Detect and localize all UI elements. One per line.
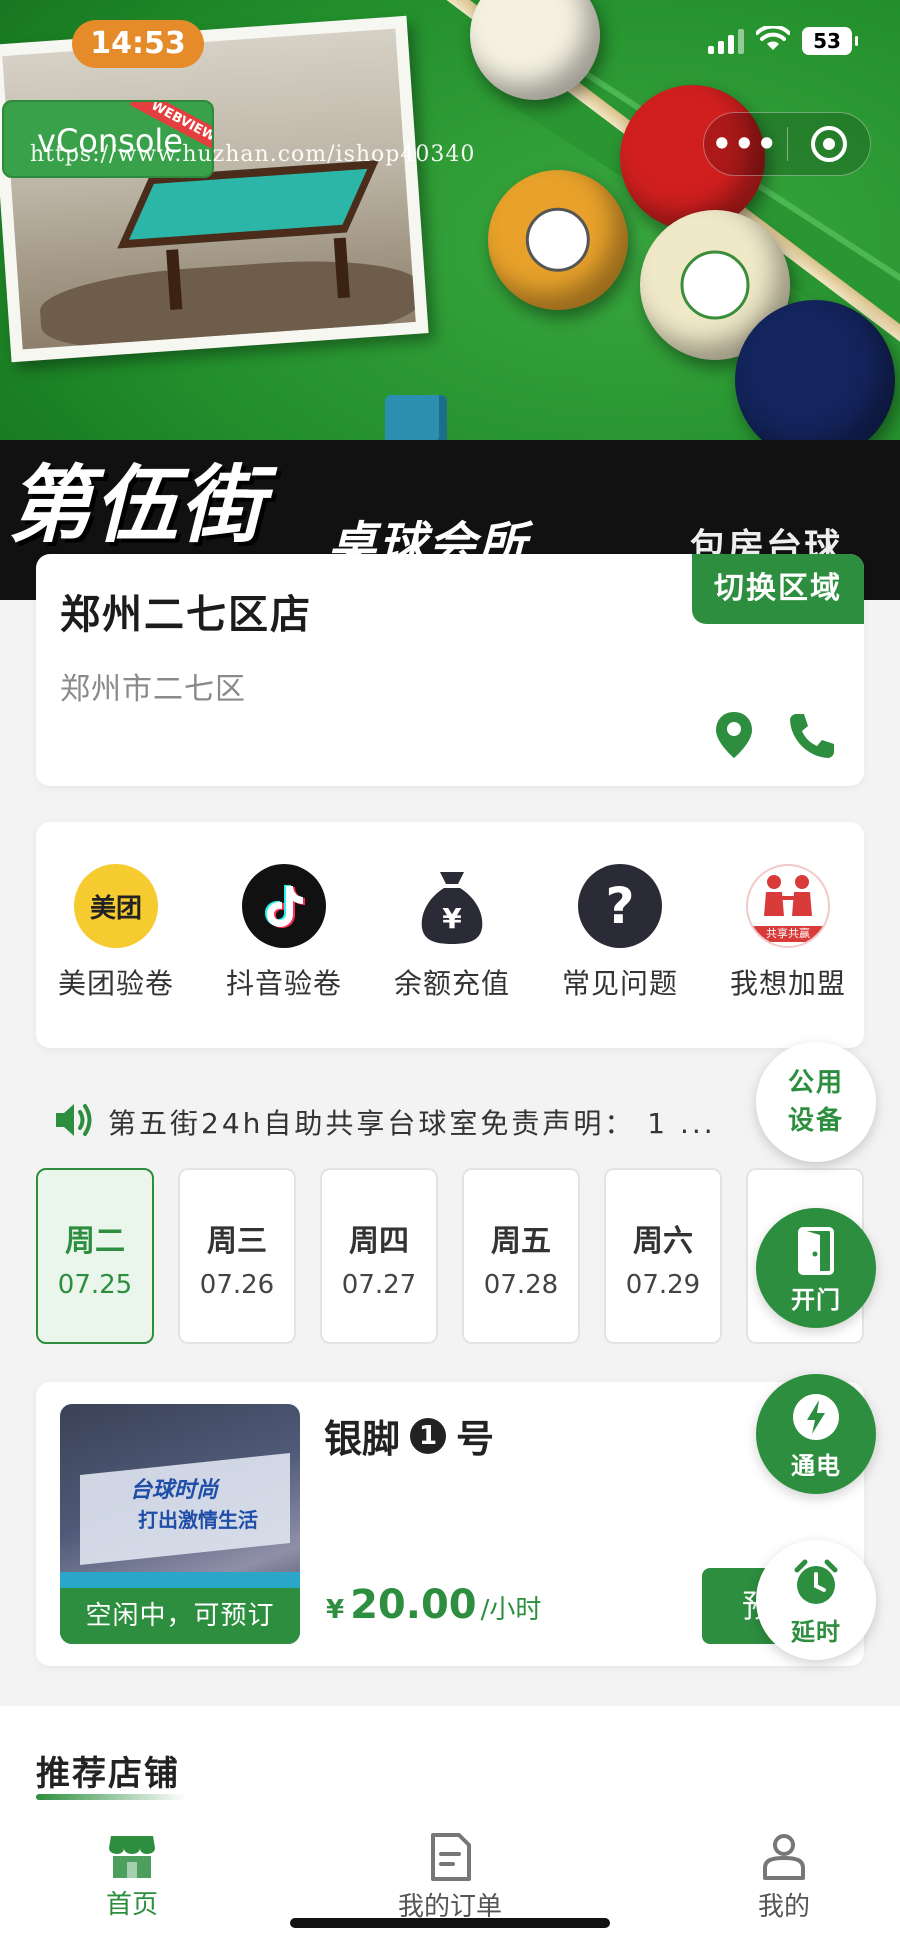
public-devices-line2: 设备: [787, 1106, 844, 1136]
battery-icon: 53: [802, 27, 858, 55]
alarm-clock-icon: [756, 1558, 876, 1608]
menu-item-label: 常见问题: [561, 967, 678, 1000]
order-icon: [360, 1832, 540, 1882]
price-unit: /小时: [480, 1595, 542, 1625]
table-price: ¥ 20.00 /小时: [326, 1582, 541, 1628]
date-value: 07.27: [341, 1270, 417, 1300]
date-tab-3[interactable]: 周五 07.28: [462, 1168, 580, 1344]
target-icon: [810, 126, 847, 162]
more-menu-icon[interactable]: •••: [704, 112, 787, 176]
date-value: 07.25: [57, 1270, 133, 1300]
date-weekday: 周三: [207, 1224, 267, 1259]
table-name-prefix: 银脚: [324, 1417, 401, 1461]
menu-item-douyin[interactable]: 抖音验卷: [204, 864, 364, 1002]
menu-item-label: 美团验卷: [57, 967, 174, 1000]
tab-home[interactable]: 首页: [42, 1832, 222, 1921]
table-name-suffix: 号: [456, 1417, 495, 1461]
menu-item-meituan[interactable]: 美团 美团验卷: [36, 864, 196, 1002]
date-value: 07.29: [625, 1270, 701, 1300]
public-devices-button[interactable]: 公用 设备: [756, 1042, 876, 1162]
menu-item-label: 余额充值: [393, 967, 510, 1000]
question-icon-glyph: ?: [605, 877, 635, 935]
tab-label: 我的: [757, 1892, 810, 1922]
money-bag-icon: ¥: [410, 864, 494, 948]
date-tab-0[interactable]: 周二 07.25: [36, 1168, 154, 1344]
phone-icon[interactable]: [786, 710, 838, 764]
table-card[interactable]: 台球时尚 打出激情生活 空闲中，可预订 银脚 1 号 ¥ 20.00 /小时 预: [36, 1382, 864, 1666]
table-name: 银脚 1 号: [324, 1408, 494, 1463]
tab-profile[interactable]: 我的: [694, 1832, 874, 1923]
shop-icon: [42, 1832, 222, 1880]
watermark-text: https://www.huzhan.com/ishop40340: [30, 142, 476, 167]
notice-bar[interactable]: 第五街24h自助共享台球室免责声明： 1 ...: [52, 1100, 762, 1144]
menu-item-faq[interactable]: ? 常见问题: [540, 864, 700, 1002]
date-value: 07.26: [199, 1270, 275, 1300]
store-address: 郑州市二七区: [60, 672, 246, 707]
join-icon: 共享共赢: [746, 864, 830, 948]
tab-orders[interactable]: 我的订单: [360, 1832, 540, 1923]
speaker-icon: [52, 1100, 96, 1144]
table-number-badge: 1: [410, 1417, 447, 1454]
tab-label: 首页: [105, 1890, 158, 1920]
douyin-icon: [242, 864, 326, 948]
hero-banner: 第伍街 桌球会所 包房台球: [0, 0, 900, 600]
signal-icon: [708, 28, 744, 54]
store-name: 郑州二七区店: [60, 592, 312, 638]
menu-item-label: 我想加盟: [729, 967, 846, 1000]
menu-item-recharge[interactable]: ¥ 余额充值: [372, 864, 532, 1002]
status-indicators: 53: [708, 24, 858, 56]
public-devices-line1: 公用: [787, 1068, 844, 1098]
door-icon: [756, 1226, 876, 1276]
meituan-icon-text: 美团: [89, 893, 142, 924]
price-currency: ¥: [326, 1595, 345, 1625]
home-indicator: [290, 1918, 610, 1928]
meituan-icon: 美团: [74, 864, 158, 948]
location-pin-icon[interactable]: [714, 710, 754, 764]
banner-room-photo: [0, 15, 429, 363]
banner-ball-orange: [488, 170, 628, 310]
extend-time-label: 延时: [791, 1618, 841, 1646]
menu-item-label: 抖音验卷: [225, 967, 342, 1000]
close-miniprogram-button[interactable]: [788, 126, 871, 162]
recommend-title: 推荐店铺: [36, 1754, 180, 1794]
menu-item-join[interactable]: 共享共赢 我想加盟: [708, 864, 868, 1002]
join-icon-text: 共享共赢: [748, 926, 828, 942]
lightning-icon: [756, 1392, 876, 1442]
store-card: 郑州二七区店 郑州市二七区 切换区域: [36, 554, 864, 786]
wifi-icon: [755, 24, 791, 56]
date-tab-2[interactable]: 周四 07.27: [320, 1168, 438, 1344]
quick-menu: 美团 美团验卷 抖音验卷 ¥ 余额充值 ? 常见问题 共享共赢 我想加盟: [36, 822, 864, 1048]
power-on-button[interactable]: 通电: [756, 1374, 876, 1494]
date-tab-1[interactable]: 周三 07.26: [178, 1168, 296, 1344]
banner-brand-main: 第伍街: [8, 456, 267, 554]
extend-time-button[interactable]: 延时: [756, 1540, 876, 1660]
user-icon: [694, 1832, 874, 1882]
notice-text: 第五街24h自助共享台球室免责声明： 1 ...: [108, 1107, 716, 1140]
recommend-underline: [36, 1794, 186, 1800]
bottom-tab-bar: 首页 我的订单 我的: [0, 1824, 900, 1947]
banner-ball-blue: [735, 300, 895, 460]
open-door-button[interactable]: 开门: [756, 1208, 876, 1328]
question-icon: ?: [578, 864, 662, 948]
photo-slogan-1: 台球时尚: [130, 1478, 219, 1503]
date-weekday: 周六: [633, 1224, 693, 1259]
miniprogram-capsule: •••: [703, 112, 871, 176]
price-amount: 20.00: [350, 1582, 477, 1628]
table-status: 空闲中，可预订: [60, 1588, 300, 1644]
photo-slogan-2: 打出激情生活: [138, 1508, 258, 1532]
open-door-label: 开门: [791, 1286, 841, 1314]
date-value: 07.28: [483, 1270, 559, 1300]
svg-text:¥: ¥: [442, 902, 462, 935]
date-weekday: 周二: [65, 1224, 125, 1259]
power-on-label: 通电: [791, 1452, 841, 1480]
date-tab-4[interactable]: 周六 07.29: [604, 1168, 722, 1344]
date-weekday: 周四: [349, 1224, 409, 1259]
status-time: 14:53: [72, 20, 204, 68]
date-weekday: 周五: [491, 1224, 551, 1259]
switch-area-button[interactable]: 切换区域: [692, 554, 864, 624]
